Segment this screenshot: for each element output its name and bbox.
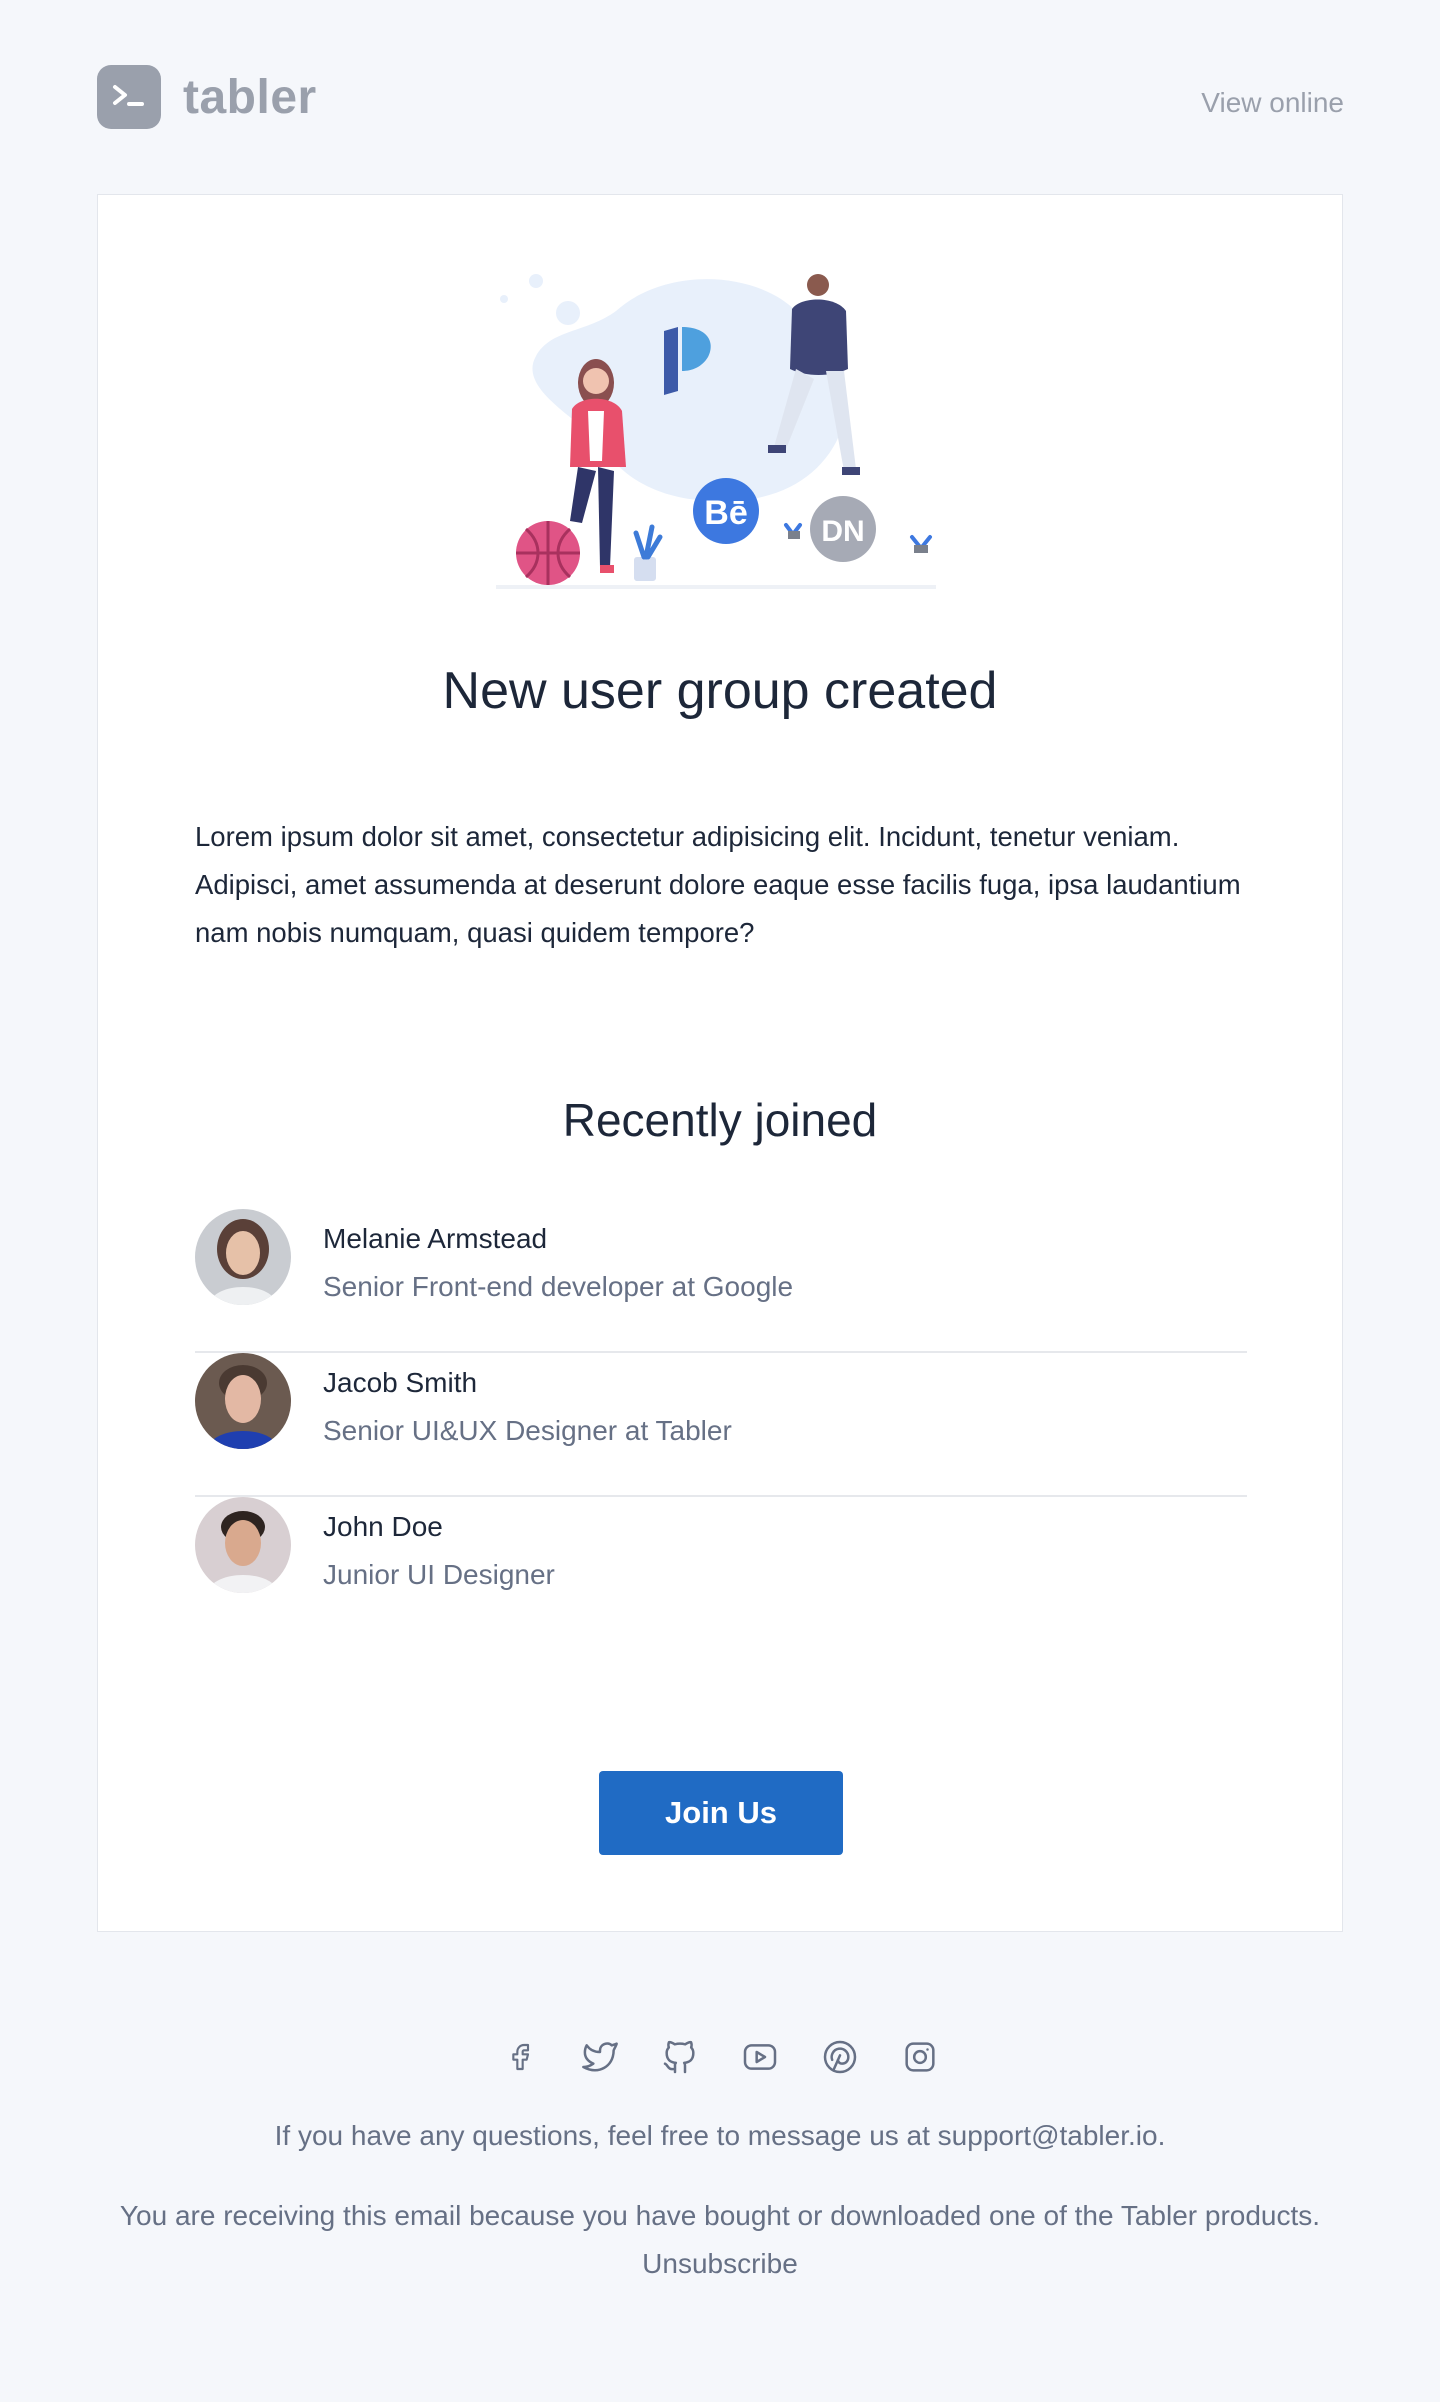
receiving-reason: You are receiving this email because you… (119, 2200, 1321, 2231)
social-links (0, 2036, 1440, 2078)
email-header: tabler View online (97, 65, 1344, 131)
brand-name: tabler (183, 70, 317, 124)
twitter-icon[interactable] (580, 2036, 620, 2078)
member-name: John Doe (323, 1511, 443, 1542)
behance-badge: Bē (704, 494, 747, 532)
unsubscribe-link[interactable]: Unsubscribe (0, 2248, 1440, 2280)
member-role: Senior Front-end developer at Google (323, 1271, 794, 1302)
github-icon[interactable] (660, 2036, 700, 2078)
dn-badge: DN (821, 515, 864, 548)
instagram-icon[interactable] (900, 2036, 940, 2078)
recently-joined-heading: Recently joined (562, 1094, 878, 1146)
join-us-button[interactable]: Join Us (599, 1771, 843, 1855)
group-illustration: Bē DN (496, 274, 936, 589)
tabler-logo[interactable]: tabler (97, 65, 317, 129)
member-role: Junior UI Designer (323, 1559, 555, 1590)
avatar (195, 1353, 291, 1449)
avatar (195, 1497, 291, 1593)
list-item: Jacob Smith Senior UI&UX Designer at Tab… (195, 1353, 1247, 1497)
list-item: John Doe Junior UI Designer (195, 1497, 1247, 1641)
support-message: If you have any questions, feel free to … (274, 2120, 1166, 2151)
member-name: Jacob Smith (323, 1367, 478, 1398)
email-title: New user group created (442, 662, 998, 720)
view-online-link[interactable]: View online (1201, 87, 1344, 119)
pinterest-icon[interactable] (820, 2036, 860, 2078)
facebook-icon[interactable] (500, 2036, 540, 2078)
members-list: Melanie Armstead Senior Front-end develo… (195, 1209, 1247, 1641)
avatar (195, 1209, 291, 1305)
email-body: Lorem ipsum dolor sit amet, consectetur … (195, 821, 1241, 948)
terminal-icon (97, 65, 161, 129)
member-role: Senior UI&UX Designer at Tabler (323, 1415, 732, 1446)
youtube-icon[interactable] (740, 2036, 780, 2078)
email-card: Bē DN New user group created Lorem ipsum… (97, 194, 1343, 1932)
list-item: Melanie Armstead Senior Front-end develo… (195, 1209, 1247, 1353)
member-name: Melanie Armstead (323, 1223, 548, 1254)
